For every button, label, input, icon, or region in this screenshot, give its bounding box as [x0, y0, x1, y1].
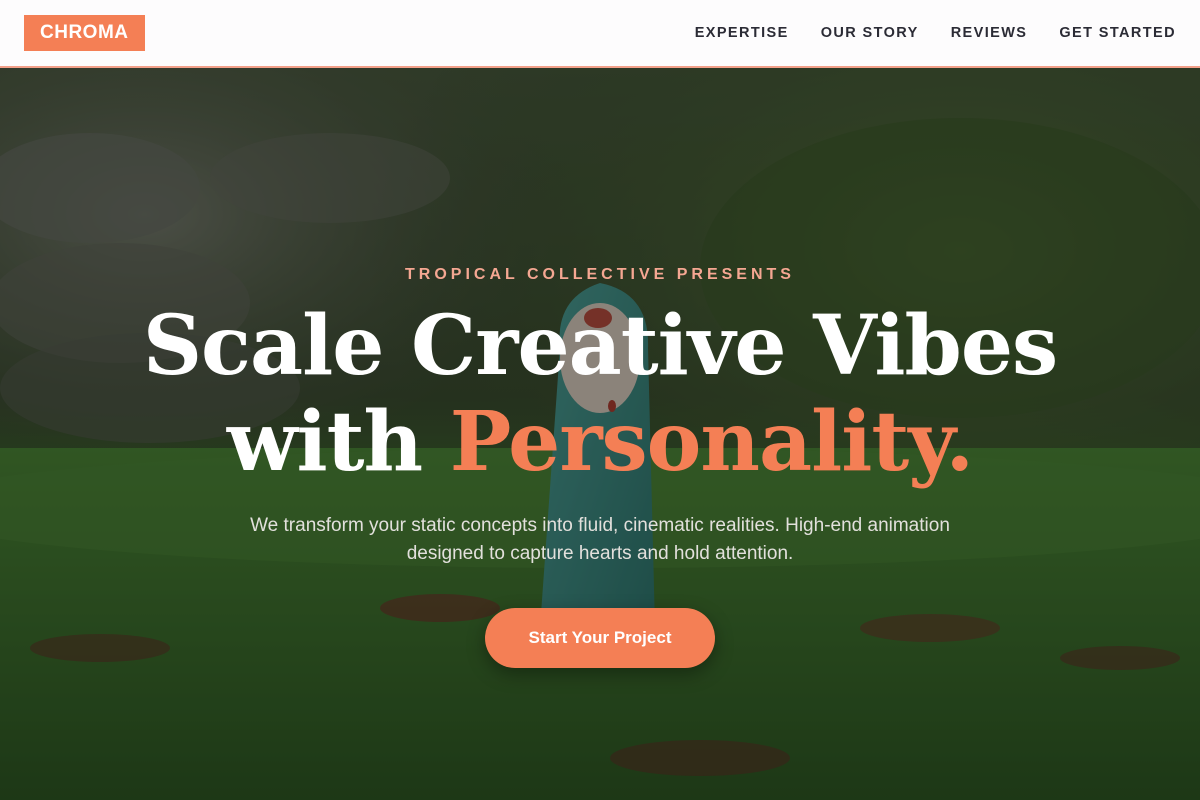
nav-link-reviews[interactable]: REVIEWS [951, 25, 1028, 41]
nav-link-expertise[interactable]: EXPERTISE [695, 25, 789, 41]
hero-section: TROPICAL COLLECTIVE PRESENTS Scale Creat… [0, 68, 1200, 800]
hero-content: TROPICAL COLLECTIVE PRESENTS Scale Creat… [0, 68, 1200, 800]
nav-link-get-started[interactable]: GET STARTED [1059, 25, 1176, 41]
start-project-button[interactable]: Start Your Project [485, 608, 715, 668]
headline-line-2-plain: with [226, 394, 423, 490]
site-header: CHROMA EXPERTISE OUR STORY REVIEWS GET S… [0, 0, 1200, 68]
nav-link-our-story[interactable]: OUR STORY [821, 25, 919, 41]
hero-eyebrow: TROPICAL COLLECTIVE PRESENTS [405, 266, 795, 283]
logo[interactable]: CHROMA [24, 15, 145, 51]
hero-headline: Scale Creative Vibes with Personality. [142, 298, 1058, 490]
main-nav: EXPERTISE OUR STORY REVIEWS GET STARTED [695, 25, 1176, 41]
headline-line-2-accent: Personality. [449, 394, 974, 490]
hero-subtitle: We transform your static concepts into f… [250, 515, 950, 564]
headline-line-1: Scale Creative Vibes [142, 298, 1058, 394]
